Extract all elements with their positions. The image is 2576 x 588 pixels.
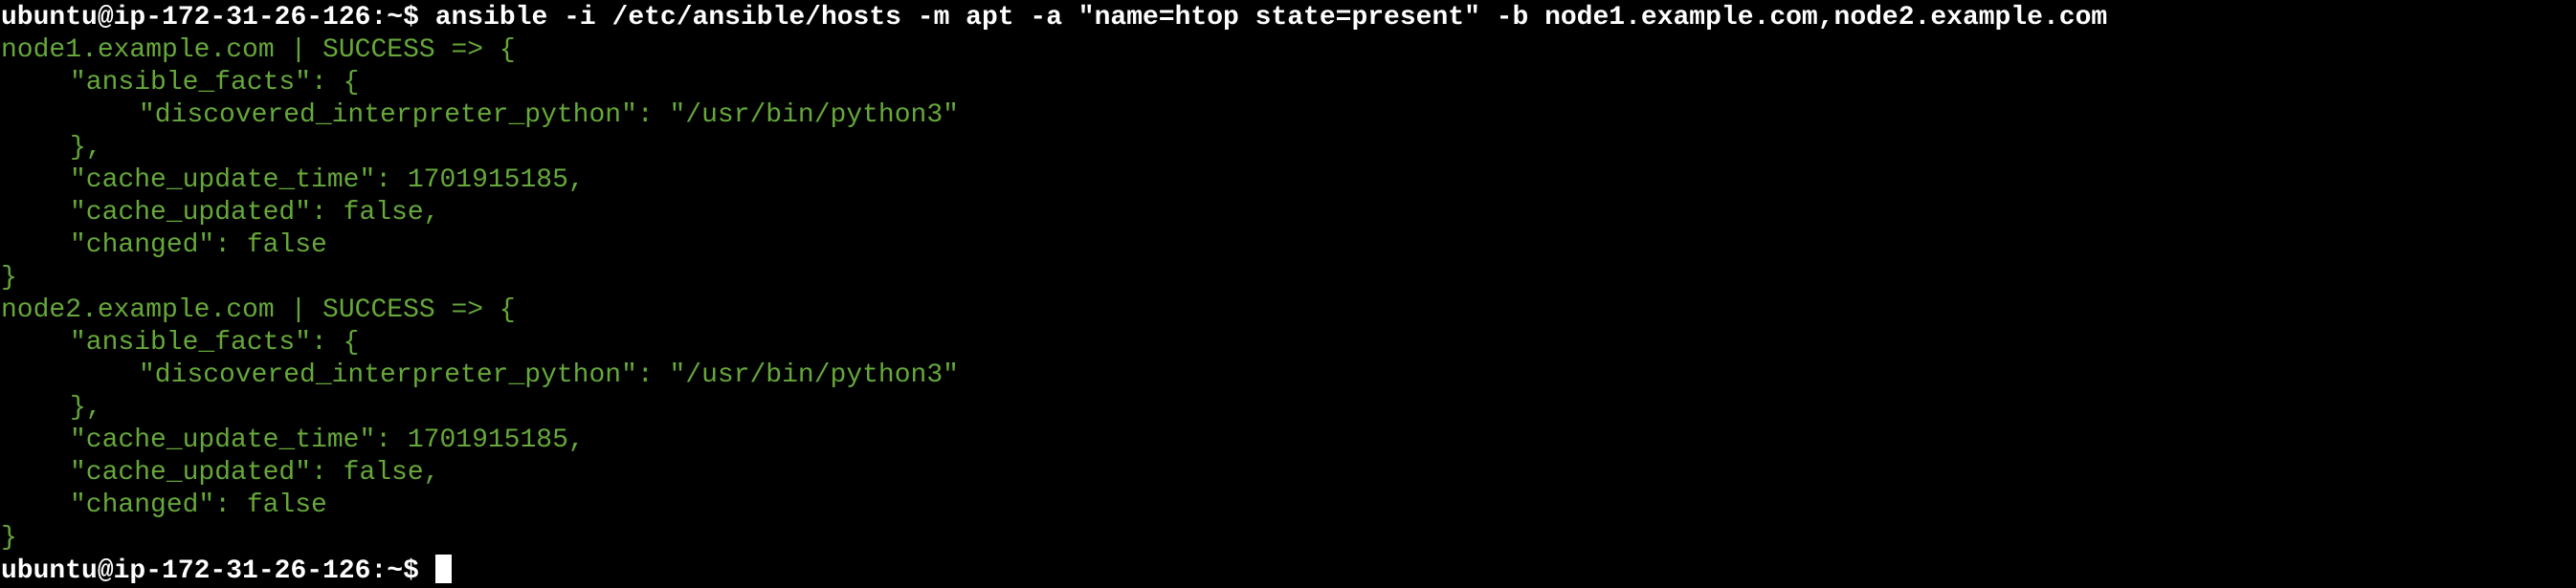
ansible-facts-close-node2: }, xyxy=(70,393,102,423)
changed-node1: "changed": false xyxy=(70,230,327,260)
ansible-facts-open-node1: "ansible_facts": { xyxy=(70,68,360,98)
cache-updated-node1: "cache_updated": false, xyxy=(70,198,440,228)
ansible-facts-close-node1: }, xyxy=(70,133,102,163)
shell-prompt: ubuntu@ip-172-31-26-126:~$ xyxy=(1,556,419,586)
cache-update-time-node2: "cache_update_time": 1701915185, xyxy=(70,425,585,455)
ansible-facts-open-node2: "ansible_facts": { xyxy=(70,328,360,358)
command-line: ubuntu@ip-172-31-26-126:~$ ansible -i /e… xyxy=(1,2,2576,34)
result-close-node1: } xyxy=(1,263,17,293)
interpreter-line-node2: "discovered_interpreter_python": "/usr/b… xyxy=(139,360,959,390)
changed-node2: "changed": false xyxy=(70,490,327,520)
shell-prompt: ubuntu@ip-172-31-26-126:~$ xyxy=(1,3,419,33)
command-text: ansible -i /etc/ansible/hosts -m apt -a … xyxy=(434,3,2108,33)
cursor-block xyxy=(434,555,452,583)
cache-updated-node2: "cache_updated": false, xyxy=(70,458,440,488)
result-header-node1: node1.example.com | SUCCESS => { xyxy=(1,35,516,65)
result-header-node2: node2.example.com | SUCCESS => { xyxy=(1,295,516,325)
interpreter-line-node1: "discovered_interpreter_python": "/usr/b… xyxy=(139,100,959,130)
terminal-window[interactable]: ubuntu@ip-172-31-26-126:~$ ansible -i /e… xyxy=(0,0,2576,586)
cache-update-time-node1: "cache_update_time": 1701915185, xyxy=(70,165,585,195)
result-close-node2: } xyxy=(1,523,17,553)
